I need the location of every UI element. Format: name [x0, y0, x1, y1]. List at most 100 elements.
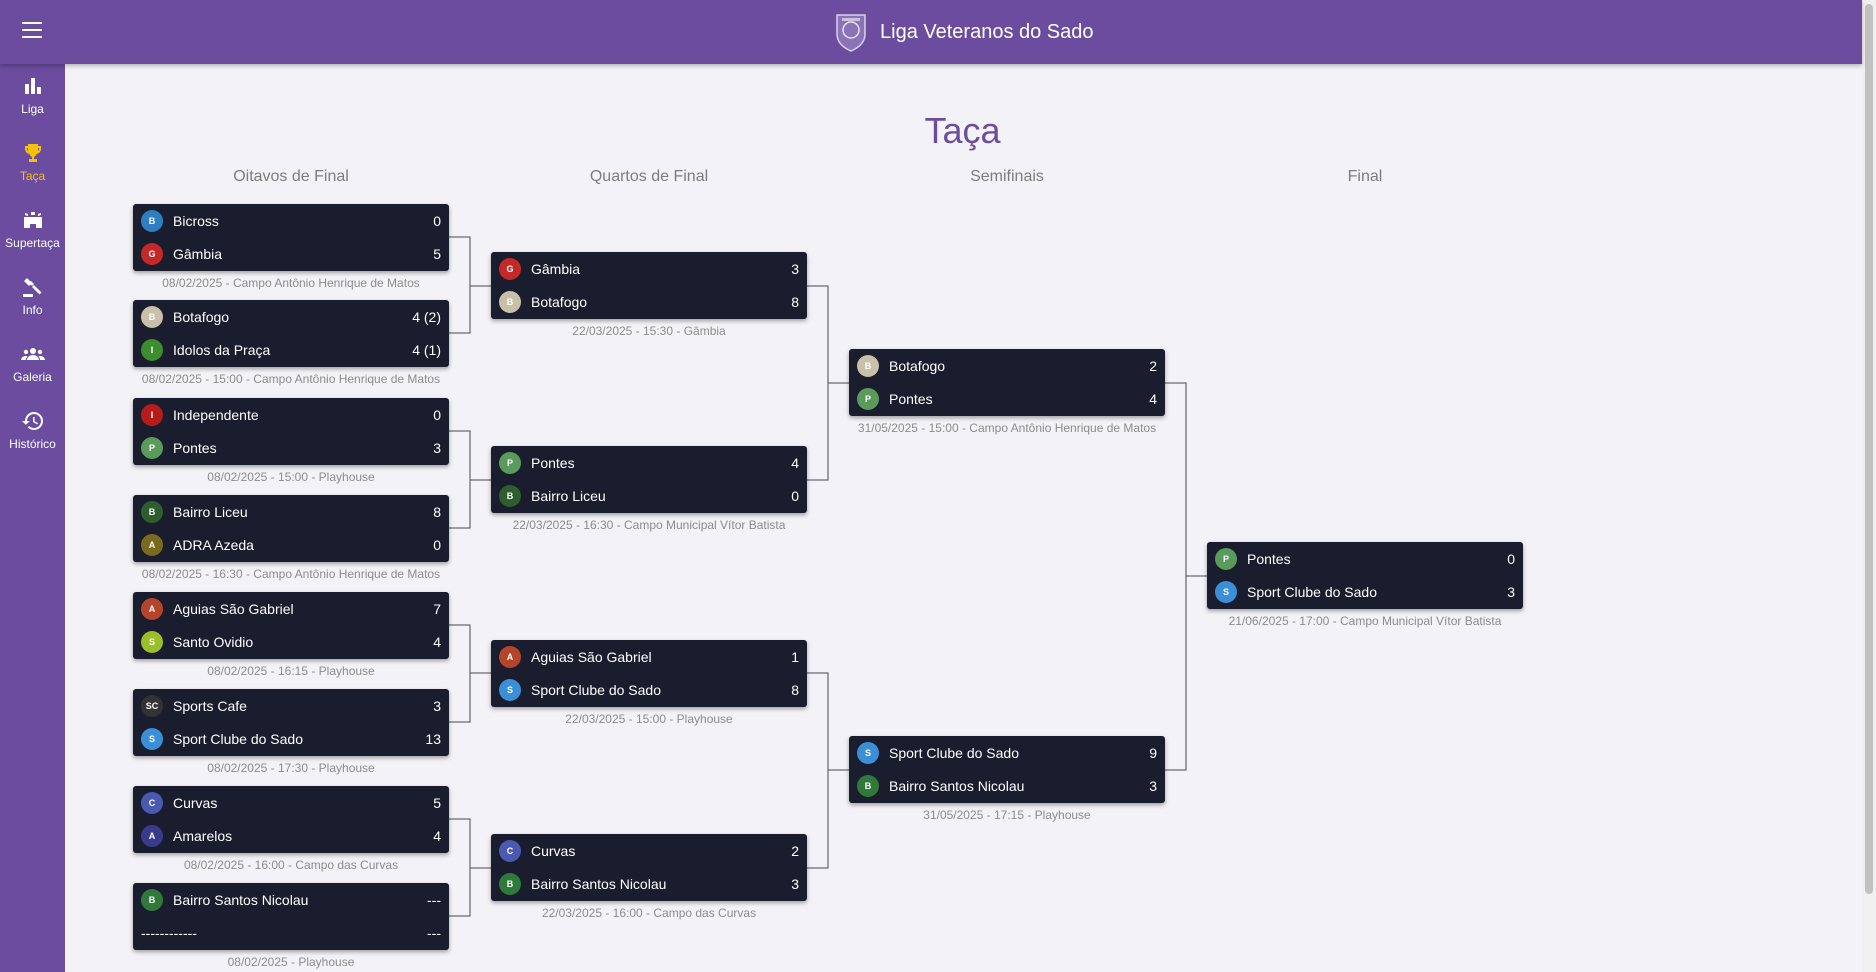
connector-line: [449, 624, 471, 723]
team-score: 5: [433, 794, 441, 811]
team-row-home[interactable]: B Botafogo 2: [849, 349, 1165, 382]
team-row-away[interactable]: P Pontes 4: [849, 382, 1165, 415]
team-row-away[interactable]: A ADRA Azeda 0: [133, 528, 449, 561]
team-row-home[interactable]: A Aguias São Gabriel 1: [491, 640, 807, 673]
team-row-away[interactable]: S Sport Clube do Sado 8: [491, 673, 807, 706]
team-score: 3: [433, 697, 441, 714]
team-score: 4: [791, 454, 799, 471]
team-row-home[interactable]: P Pontes 0: [1207, 542, 1523, 575]
scrollbar-thumb[interactable]: [1865, 4, 1873, 894]
team-crest-icon: P: [857, 387, 879, 410]
sidebar-item-historico[interactable]: Histórico: [0, 399, 65, 466]
team-crest-icon: S: [141, 630, 163, 653]
team-row-home[interactable]: I Independente 0: [133, 398, 449, 431]
team-row-home[interactable]: B Bairro Santos Nicolau ---: [133, 883, 449, 916]
team-score: 4: [433, 827, 441, 844]
team-score: 0: [433, 406, 441, 423]
connector-line: [449, 430, 471, 529]
match-info: 22/03/2025 - 15:00 - Playhouse: [565, 712, 733, 726]
team-crest-icon: S: [857, 741, 879, 764]
match-card[interactable]: P Pontes 4 B Bairro Liceu 0 22/03/2025 - 16:…: [491, 446, 807, 532]
sidebar-item-supertaca[interactable]: Supertaça: [0, 198, 65, 265]
team-crest-icon: B: [141, 209, 163, 232]
team-row-home[interactable]: S Sport Clube do Sado 9: [849, 736, 1165, 769]
team-row-away[interactable]: ------------ ---: [133, 916, 449, 949]
match-info: 21/06/2025 - 17:00 - Campo Municipal Vít…: [1228, 614, 1502, 628]
team-name: Aguias São Gabriel: [531, 648, 652, 665]
match-info: 08/02/2025 - 16:00 - Campo das Curvas: [183, 858, 399, 872]
match-card[interactable]: A Aguias São Gabriel 7 S Santo Ovidio 4 08/0…: [133, 592, 449, 678]
team-crest-icon: B: [857, 354, 879, 377]
match-card[interactable]: B Bairro Liceu 8 A ADRA Azeda 0 08/02/2025 -…: [133, 495, 449, 581]
match-card[interactable]: S Sport Clube do Sado 9 B Bairro Santos Nic…: [849, 736, 1165, 822]
match-card[interactable]: C Curvas 5 A Amarelos 4 08/02/2025 - 16:00 -…: [133, 786, 449, 872]
sidebar-item-label: Galeria: [13, 370, 52, 384]
page-title: Taça: [924, 110, 1001, 151]
match-card-final[interactable]: P Pontes 0 S Sport Clube do Sado 3 21/06/202…: [1207, 542, 1523, 628]
sidebar-item-taca[interactable]: Taça: [0, 131, 65, 198]
round-title-quartos: Quartos de Final: [589, 168, 709, 185]
menu-icon[interactable]: [22, 22, 42, 38]
team-row-away[interactable]: G Gâmbia 5: [133, 237, 449, 270]
team-row-away[interactable]: B Botafogo 8: [491, 285, 807, 318]
team-name: Bairro Liceu: [173, 503, 248, 520]
match-card[interactable]: A Aguias São Gabriel 1 S Sport Clube do Sad…: [491, 640, 807, 726]
team-row-away[interactable]: I Idolos da Praça 4 (1): [133, 333, 449, 366]
match-card[interactable]: B Bairro Santos Nicolau --- ------------ --…: [133, 883, 449, 969]
team-row-away[interactable]: S Santo Ovidio 4: [133, 625, 449, 658]
team-score: 1: [791, 648, 799, 665]
team-row-home[interactable]: B Bairro Liceu 8: [133, 495, 449, 528]
team-crest-icon: P: [141, 436, 163, 459]
sidebar-item-galeria[interactable]: Galeria: [0, 332, 65, 399]
team-row-away[interactable]: B Bairro Santos Nicolau 3: [849, 769, 1165, 802]
team-row-home[interactable]: C Curvas 2: [491, 834, 807, 867]
sidebar-item-liga[interactable]: Liga: [0, 64, 65, 131]
team-name: Idolos da Praça: [173, 341, 271, 358]
team-row-home[interactable]: SC Sports Cafe 3: [133, 689, 449, 722]
team-row-home[interactable]: P Pontes 4: [491, 446, 807, 479]
team-name: Curvas: [531, 842, 576, 859]
team-score: 3: [791, 875, 799, 892]
team-name: ADRA Azeda: [173, 536, 254, 553]
team-row-away[interactable]: S Sport Clube do Sado 13: [133, 722, 449, 755]
team-row-home[interactable]: B Bicross 0: [133, 204, 449, 237]
match-card[interactable]: I Independente 0 P Pontes 3 08/02/2025 - 15:…: [133, 398, 449, 484]
connector-line: [807, 285, 829, 481]
team-row-home[interactable]: B Botafogo 4 (2): [133, 300, 449, 333]
team-crest-icon: P: [499, 451, 521, 474]
gavel-icon: [22, 278, 41, 297]
team-row-away[interactable]: B Bairro Liceu 0: [491, 479, 807, 512]
team-crest-icon: S: [1215, 580, 1237, 603]
team-row-home[interactable]: C Curvas 5: [133, 786, 449, 819]
team-crest-icon: A: [141, 824, 163, 847]
team-row-home[interactable]: G Gâmbia 3: [491, 252, 807, 285]
team-score: 4 (2): [412, 308, 441, 325]
scrollbar[interactable]: [1862, 0, 1876, 972]
team-name: Botafogo: [531, 293, 588, 310]
team-score: 3: [433, 439, 441, 456]
team-name: Sports Cafe: [173, 697, 247, 714]
team-crest-icon: S: [141, 727, 163, 750]
bar-chart-icon: [24, 78, 41, 94]
team-name: Independente: [173, 406, 259, 423]
match-info: 31/05/2025 - 17:15 - Playhouse: [923, 808, 1091, 822]
team-name: Amarelos: [173, 827, 233, 844]
team-crest-icon: G: [141, 242, 163, 265]
team-score: 7: [433, 600, 441, 617]
league-crest-icon: [836, 14, 866, 52]
team-row-away[interactable]: S Sport Clube do Sado 3: [1207, 575, 1523, 608]
match-card[interactable]: B Botafogo 2 P Pontes 4 31/05/2025 - 15:00 -…: [849, 349, 1165, 435]
team-row-home[interactable]: A Aguias São Gabriel 7: [133, 592, 449, 625]
team-row-away[interactable]: P Pontes 3: [133, 431, 449, 464]
match-card[interactable]: SC Sports Cafe 3 S Sport Clube do Sado 13 08…: [133, 689, 449, 775]
match-card[interactable]: B Bicross 0 G Gâmbia 5 08/02/2025 - Campo An…: [133, 204, 449, 290]
connector-line: [807, 672, 829, 869]
match-card[interactable]: C Curvas 2 B Bairro Santos Nicolau 3 22/03/2…: [491, 834, 807, 920]
team-row-away[interactable]: A Amarelos 4: [133, 819, 449, 852]
match-card[interactable]: B Botafogo 4 (2) I Idolos da Praça 4 (1) 08/…: [133, 300, 449, 386]
match-card[interactable]: G Gâmbia 3 B Botafogo 8 22/03/2025 - 15:30 -…: [491, 252, 807, 338]
team-row-away[interactable]: B Bairro Santos Nicolau 3: [491, 867, 807, 900]
people-icon: [20, 348, 45, 360]
team-name: Gâmbia: [531, 260, 581, 277]
sidebar-item-info[interactable]: Info: [0, 265, 65, 332]
